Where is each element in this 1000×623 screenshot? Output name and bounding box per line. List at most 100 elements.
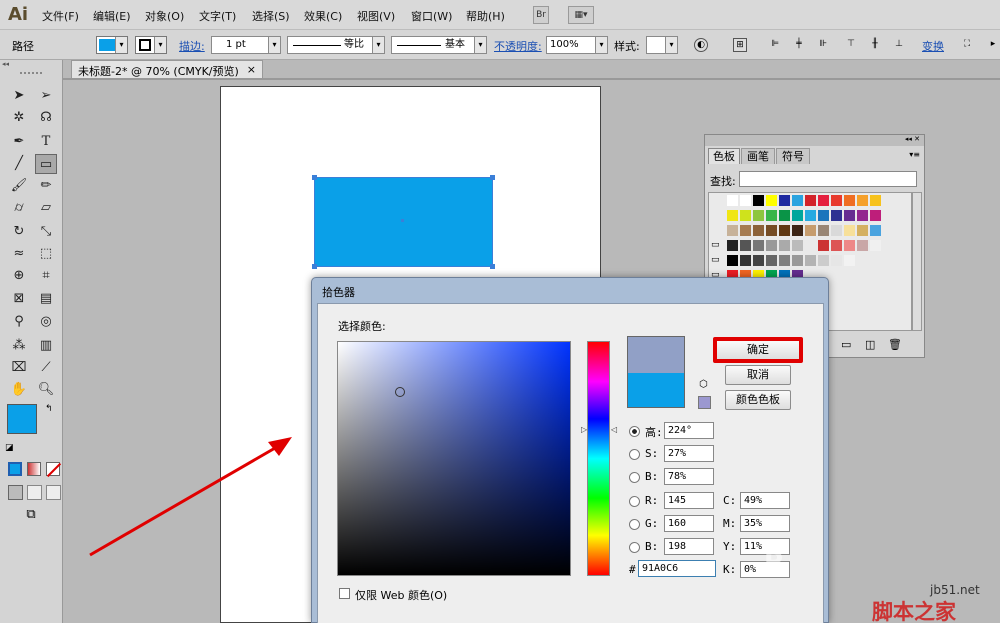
green-input[interactable]: 160 — [664, 515, 714, 532]
delete-swatch-icon[interactable]: 🗑︎ — [888, 338, 902, 351]
swatch-chip[interactable] — [831, 255, 842, 266]
slice-tool-icon[interactable]: ⟋ — [35, 358, 57, 378]
swatch-chip[interactable] — [870, 225, 881, 236]
swatch-chip[interactable] — [844, 195, 855, 206]
swatch-chip[interactable] — [831, 210, 842, 221]
swatch-chip[interactable] — [844, 270, 855, 281]
swatch-chip[interactable] — [753, 225, 764, 236]
change-screen-mode-icon[interactable]: ⧉ — [20, 508, 42, 522]
swatch-chip[interactable] — [818, 195, 829, 206]
swatch-chip[interactable] — [727, 195, 738, 206]
swatch-folder-icon[interactable]: ▭ — [711, 240, 720, 250]
draw-inside-icon[interactable] — [46, 485, 61, 500]
scale-tool-icon[interactable]: ⤡ — [35, 222, 57, 242]
blob-brush-tool-icon[interactable]: ⌭ — [8, 198, 30, 218]
swatch-chip[interactable] — [870, 195, 881, 206]
swatch-chip[interactable] — [727, 255, 738, 266]
gradient-tool-icon[interactable]: ▤ — [35, 289, 57, 309]
swatch-chip[interactable] — [805, 195, 816, 206]
swatch-scrollbar[interactable] — [912, 192, 922, 331]
swatch-chip[interactable] — [857, 210, 868, 221]
swatch-chip[interactable] — [766, 240, 777, 251]
swatch-chip[interactable] — [844, 240, 855, 251]
close-icon[interactable]: × — [247, 63, 256, 76]
swatch-chip[interactable] — [792, 210, 803, 221]
artboard-tool-icon[interactable]: ⌧ — [8, 358, 30, 378]
panel-collapse-icon[interactable]: ◂◂ — [2, 60, 60, 68]
stroke-link[interactable]: 描边: — [179, 38, 205, 54]
swatch-chip[interactable] — [779, 195, 790, 206]
current-color-swatch[interactable] — [628, 373, 684, 407]
opacity-field[interactable]: 100% ▾ — [546, 36, 608, 54]
selection-tool-icon[interactable]: ➤ — [8, 86, 30, 106]
isolate-selected-icon[interactable]: ⛶ — [960, 38, 974, 52]
align-left-icon[interactable]: ⊫ — [768, 38, 782, 52]
pen-tool-icon[interactable]: ✒ — [8, 132, 30, 152]
hue-slider-left-arrow[interactable]: ▷ — [581, 425, 587, 434]
swatch-chip[interactable] — [844, 210, 855, 221]
swatch-chip[interactable] — [818, 210, 829, 221]
swatch-chip[interactable] — [727, 225, 738, 236]
blue-rectangle-object[interactable] — [312, 175, 495, 269]
hue-radio[interactable] — [629, 426, 640, 437]
menu-object[interactable]: 对象(O) — [145, 8, 184, 24]
panel-menu-icon[interactable]: ▾≡ — [909, 150, 920, 159]
swatch-chip[interactable] — [831, 240, 842, 251]
paintbrush-tool-icon[interactable]: 🖌 — [8, 176, 30, 196]
symbol-sprayer-tool-icon[interactable]: ⁂ — [8, 336, 30, 356]
swatch-chip[interactable] — [779, 240, 790, 251]
swatch-chip[interactable] — [818, 255, 829, 266]
variable-width-profile-dropdown[interactable]: 等比 ▾ — [287, 36, 385, 54]
stroke-swatch-dropdown[interactable]: ▾ — [135, 36, 167, 54]
shape-builder-tool-icon[interactable]: ⊕ — [8, 266, 30, 286]
swatch-chip[interactable] — [727, 210, 738, 221]
align-right-icon[interactable]: ⊪ — [816, 38, 830, 52]
menu-file[interactable]: 文件(F) — [42, 8, 79, 24]
swatch-chip[interactable] — [740, 255, 751, 266]
brightness-radio[interactable] — [629, 472, 640, 483]
swatch-chip[interactable] — [805, 240, 816, 251]
fill-color-box[interactable] — [7, 404, 37, 434]
brush-definition-dropdown[interactable]: 基本 ▾ — [391, 36, 487, 54]
rectangle-tool-icon[interactable]: ▭ — [35, 154, 57, 174]
color-field-cursor[interactable] — [395, 387, 405, 397]
column-graph-tool-icon[interactable]: ▥ — [35, 336, 57, 356]
opacity-link[interactable]: 不透明度: — [494, 38, 542, 54]
swatch-chip[interactable] — [857, 255, 868, 266]
direct-selection-tool-icon[interactable]: ➢ — [35, 86, 57, 106]
swatch-chip[interactable] — [753, 195, 764, 206]
mesh-tool-icon[interactable]: ⊠ — [8, 289, 30, 309]
draw-behind-icon[interactable] — [27, 485, 42, 500]
menu-view[interactable]: 视图(V) — [357, 8, 395, 24]
selection-handle[interactable] — [312, 264, 317, 269]
swatch-folder-icon[interactable]: ▭ — [711, 255, 720, 265]
selection-handle[interactable] — [312, 175, 317, 180]
panel-menu-icon[interactable]: ▸ — [986, 38, 1000, 52]
default-colors-icon[interactable]: ◪ — [5, 443, 14, 453]
blue-radio[interactable] — [629, 542, 640, 553]
align-top-icon[interactable]: ⊤ — [844, 38, 858, 52]
swatch-chip[interactable] — [727, 240, 738, 251]
zoom-tool-icon[interactable]: 🔍︎ — [35, 380, 57, 400]
pencil-tool-icon[interactable]: ✏ — [35, 176, 57, 196]
swatch-chip[interactable] — [740, 240, 751, 251]
draw-normal-icon[interactable] — [8, 485, 23, 500]
selection-handle[interactable] — [490, 175, 495, 180]
swatch-search-input[interactable] — [739, 171, 917, 187]
menu-edit[interactable]: 编辑(E) — [93, 8, 131, 24]
graphic-style-dropdown[interactable]: ▾ — [646, 36, 678, 54]
swatch-chip[interactable] — [779, 210, 790, 221]
swatch-chip[interactable] — [792, 255, 803, 266]
swatch-chip[interactable] — [766, 210, 777, 221]
swatch-chip[interactable] — [805, 210, 816, 221]
swatch-chip[interactable] — [857, 225, 868, 236]
swatch-chip[interactable] — [766, 225, 777, 236]
swatch-chip[interactable] — [766, 195, 777, 206]
panel-collapse-bar[interactable]: ◂◂ ✕ — [705, 135, 924, 146]
arrange-documents-button[interactable]: ▦▾ — [568, 6, 594, 24]
eraser-tool-icon[interactable]: ▱ — [35, 198, 57, 218]
recolor-artwork-icon[interactable]: ◐ — [694, 38, 708, 52]
stroke-weight-field[interactable]: 1 pt ▾ — [211, 36, 281, 54]
document-tab[interactable]: 未标题-2* @ 70% (CMYK/预览) × — [71, 60, 263, 79]
swatch-chip[interactable] — [740, 225, 751, 236]
